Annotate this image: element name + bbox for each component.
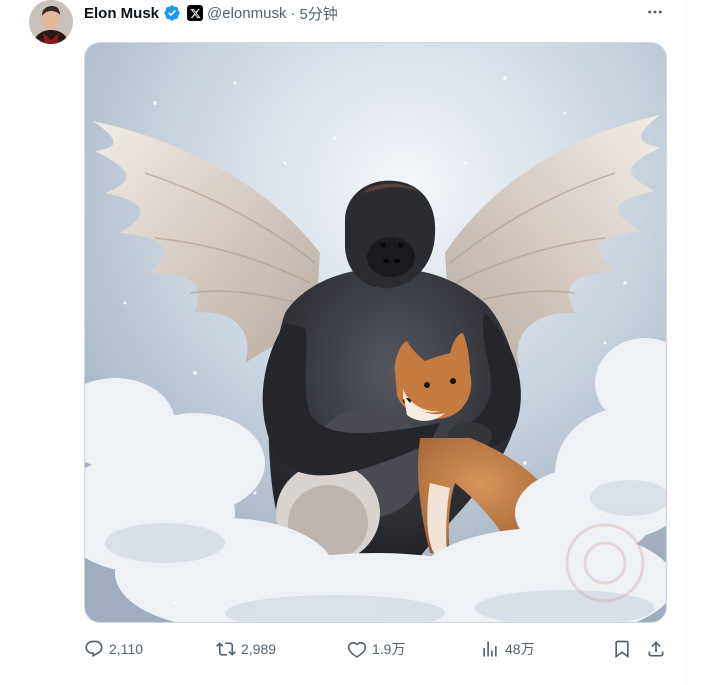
like-button[interactable]: 1.9万 bbox=[347, 636, 405, 662]
author-handle[interactable]: @elonmusk bbox=[207, 5, 286, 22]
avatar[interactable] bbox=[29, 0, 73, 44]
reply-bubble-icon bbox=[85, 640, 103, 658]
more-dots-icon[interactable] bbox=[645, 2, 665, 22]
verified-badge-icon[interactable] bbox=[163, 4, 181, 22]
tweet-header: Elon Musk @elonmusk · 5分钟 bbox=[84, 2, 338, 24]
heart-icon bbox=[347, 641, 367, 658]
bar-chart-icon bbox=[483, 641, 497, 657]
like-count: 1.9万 bbox=[372, 641, 406, 657]
reply-button[interactable]: 2,110 bbox=[84, 636, 143, 662]
gorilla-shiba-illustration bbox=[85, 43, 666, 622]
views-button[interactable]: 48万 bbox=[480, 636, 535, 662]
author-name[interactable]: Elon Musk bbox=[84, 5, 159, 22]
avatar-image bbox=[29, 0, 73, 44]
share-upload-icon bbox=[648, 641, 664, 657]
reply-count: 2,110 bbox=[109, 641, 143, 657]
tweet: Elon Musk @elonmusk · 5分钟 2,110 2,989 1.… bbox=[0, 0, 709, 685]
bookmark-button[interactable] bbox=[612, 636, 632, 662]
repost-button[interactable]: 2,989 bbox=[216, 636, 276, 662]
timestamp[interactable]: 5分钟 bbox=[299, 3, 337, 24]
tweet-media-image[interactable] bbox=[84, 42, 667, 623]
x-logo-icon bbox=[187, 5, 204, 21]
repost-arrows-icon bbox=[216, 642, 236, 656]
tweet-actions: 2,110 2,989 1.9万 48万 bbox=[84, 636, 674, 662]
repost-count: 2,989 bbox=[241, 641, 277, 657]
separator-dot: · bbox=[290, 4, 296, 22]
share-button[interactable] bbox=[646, 636, 666, 662]
views-count: 48万 bbox=[505, 641, 535, 657]
bookmark-icon bbox=[615, 640, 629, 659]
